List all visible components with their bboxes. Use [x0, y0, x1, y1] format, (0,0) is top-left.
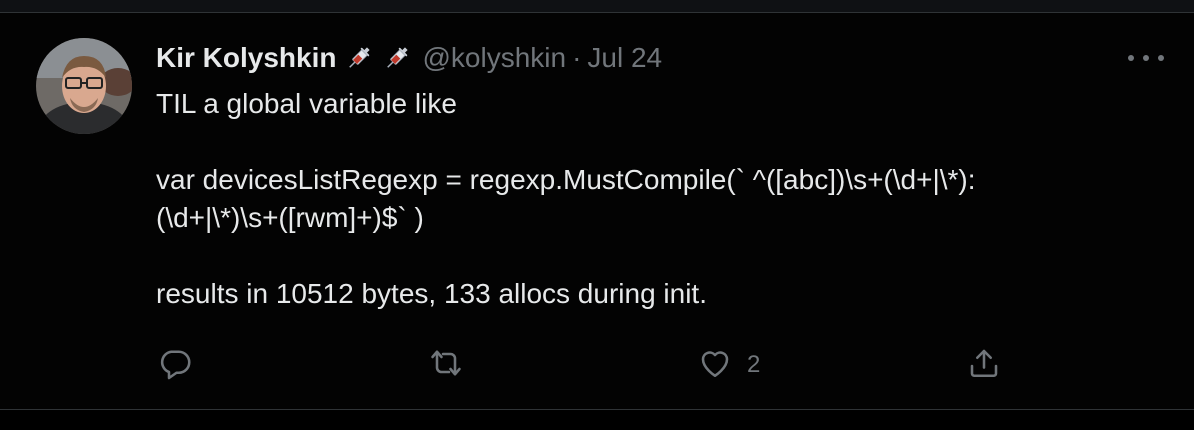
next-tweet-edge [0, 410, 1194, 430]
tweet-actions: 2 [0, 343, 1194, 387]
like-count: 2 [747, 351, 761, 378]
tweet-text-line: TIL a global variable like [156, 88, 457, 119]
share-icon [966, 345, 1002, 386]
more-options-icon[interactable] [1128, 53, 1164, 63]
header-separator: · [572, 42, 582, 73]
tweet-date[interactable]: Jul 24 [587, 42, 662, 74]
tweet-text-line: var devicesListRegexp = regexp.MustCompi… [156, 164, 976, 195]
share-button[interactable] [966, 343, 1016, 387]
tweet-header: Kir Kolyshkin @kolyshkin · Jul 24 [156, 40, 662, 76]
previous-tweet-edge [0, 0, 1194, 13]
tweet-card[interactable]: Kir Kolyshkin @kolyshkin · Jul 24 TIL a … [0, 13, 1194, 410]
tweet-blank-line [156, 123, 1156, 161]
syringe-icon [344, 43, 374, 73]
author-handle[interactable]: @kolyshkin [422, 42, 566, 74]
tweet-body: TIL a global variable like var devicesLi… [156, 85, 1156, 313]
retweet-button[interactable] [428, 343, 478, 387]
tweet-blank-line [156, 237, 1156, 275]
author-name[interactable]: Kir Kolyshkin [156, 42, 336, 74]
tweet-text-line: (\d+|\*)\s+([rwm]+)$` ) [156, 202, 424, 233]
syringe-icon [382, 43, 412, 73]
reply-icon [157, 345, 193, 386]
retweet-icon [428, 345, 464, 386]
like-button[interactable]: 2 [697, 343, 760, 387]
avatar[interactable] [36, 38, 132, 134]
reply-button[interactable] [157, 343, 207, 387]
heart-icon [697, 345, 733, 386]
tweet-text-line: results in 10512 bytes, 133 allocs durin… [156, 278, 707, 309]
